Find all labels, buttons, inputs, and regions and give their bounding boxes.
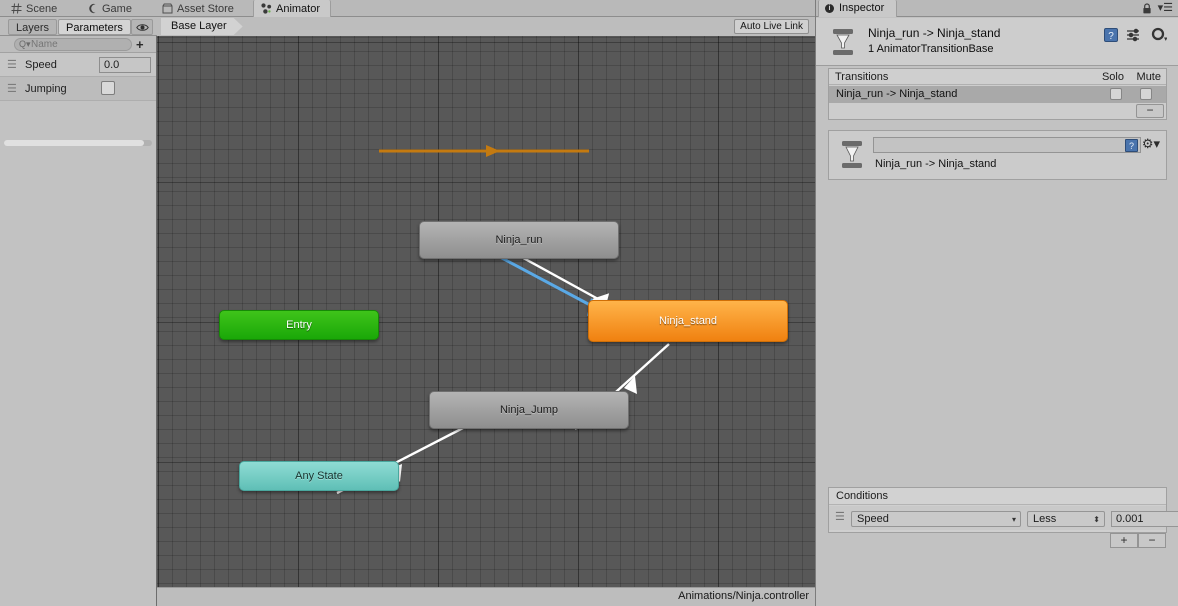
inspector-subtitle: 1 AnimatorTransitionBase [868, 43, 994, 55]
eye-icon[interactable] [131, 19, 153, 35]
transition-list-row[interactable]: Ninja_run -> Ninja_stand [829, 86, 1166, 103]
remove-condition-button[interactable]: − [1138, 533, 1166, 548]
state-node-label: Ninja_Jump [500, 404, 558, 416]
solo-checkbox[interactable] [1110, 88, 1122, 100]
condition-value-field[interactable]: 0.001 [1111, 511, 1178, 527]
state-node-entry[interactable]: Entry [219, 310, 379, 340]
state-node-label: Any State [295, 470, 343, 482]
chevron-updown-icon: ⬍ [1093, 513, 1100, 526]
animator-state-graph[interactable]: Ninja_run Entry Ninja_stand Ninja_Jump A… [157, 36, 815, 587]
search-input[interactable]: Name [14, 38, 132, 51]
transition-object-field[interactable]: ? [873, 137, 1141, 153]
conditions-add-remove-buttons: + − [1110, 533, 1166, 548]
parameter-checkbox[interactable] [101, 81, 115, 95]
tab-game-label: Game [102, 3, 132, 15]
window-tab-bar: Scene Game Asset Store [0, 0, 815, 17]
gear-icon[interactable]: ▾ [1151, 27, 1167, 43]
transitions-header-label: Transitions [835, 69, 888, 85]
tab-inspector-label: Inspector [839, 2, 884, 14]
conditions-header: Conditions [829, 488, 1166, 505]
tab-scene[interactable]: Scene [4, 0, 68, 17]
search-icon: Q▾ [19, 40, 28, 49]
remove-transition-button[interactable]: − [1136, 104, 1164, 118]
conditions-list: Conditions ☰ Speed ▾ Less ⬍ 0.001 [828, 487, 1167, 533]
condition-row: ☰ Speed ▾ Less ⬍ 0.001 [829, 506, 1166, 530]
state-node-label: Entry [286, 319, 312, 331]
state-node-ninja-stand[interactable]: Ninja_stand [588, 300, 788, 342]
drag-handle-icon[interactable]: ☰ [7, 85, 19, 93]
tab-animator[interactable]: Animator [253, 0, 331, 17]
animator-status-bar: Animations/Ninja.controller [157, 587, 815, 606]
preset-icon[interactable] [1126, 27, 1142, 43]
tab-inspector[interactable]: i Inspector [818, 0, 897, 17]
layer-breadcrumb-bar: Base Layer Auto Live Link [157, 17, 815, 36]
mute-column-label: Mute [1137, 69, 1161, 85]
help-icon[interactable]: ? [1103, 27, 1119, 43]
state-node-any-state[interactable]: Any State [239, 461, 399, 491]
parameter-name: Jumping [25, 83, 67, 95]
condition-parameter-dropdown[interactable]: Speed ▾ [851, 511, 1021, 527]
transition-row-label: Ninja_run -> Ninja_stand [836, 86, 957, 103]
hamburger-icon[interactable]: ▾☰ [1158, 4, 1173, 13]
condition-comparison-value: Less [1033, 513, 1056, 525]
store-icon [162, 3, 173, 14]
transition-icon [828, 27, 858, 57]
parameter-row-speed[interactable]: ☰ Speed 0.0 [0, 53, 156, 77]
mute-checkbox[interactable] [1140, 88, 1152, 100]
parameters-panel: Name Q▾ + ☰ Speed 0.0 ☰ Jumping [0, 36, 157, 606]
drag-handle-icon[interactable]: ☰ [835, 514, 847, 520]
grid-icon [11, 3, 22, 14]
transition-icon [837, 139, 867, 171]
inspector-tab-bar: i Inspector ▾☰ [816, 0, 1178, 17]
auto-live-link-button[interactable]: Auto Live Link [734, 19, 809, 34]
add-parameter-button[interactable]: + [136, 39, 144, 50]
controller-path: Animations/Ninja.controller [678, 590, 809, 602]
condition-comparison-dropdown[interactable]: Less ⬍ [1027, 511, 1105, 527]
inspector-panel: i Inspector ▾☰ Ninja_run -> Ninja_stand [815, 0, 1178, 606]
tab-parameters[interactable]: Parameters [58, 19, 131, 35]
lock-icon[interactable] [1142, 3, 1152, 14]
info-icon: i [825, 4, 834, 13]
animator-icon [261, 3, 272, 14]
drag-handle-icon[interactable]: ☰ [7, 61, 19, 69]
breadcrumb-base-layer[interactable]: Base Layer [161, 18, 243, 35]
tab-layers[interactable]: Layers [8, 19, 57, 35]
parameters-scrollbar[interactable] [4, 140, 152, 146]
svg-text:?: ? [1108, 31, 1114, 42]
inspector-header: Ninja_run -> Ninja_stand 1 AnimatorTrans… [816, 18, 1178, 66]
transition-object-block: ? ⚙▾ Ninja_run -> Ninja_stand [828, 130, 1167, 180]
state-node-label: Ninja_stand [659, 315, 717, 327]
unity-editor-window: Scene Game Asset Store [0, 0, 1178, 606]
tab-game[interactable]: Game [80, 0, 143, 17]
transitions-list: Transitions Solo Mute Ninja_run -> Ninja… [828, 68, 1167, 120]
animator-window: Scene Game Asset Store [0, 0, 815, 606]
parameter-row-jumping[interactable]: ☰ Jumping [0, 77, 156, 101]
inspector-title: Ninja_run -> Ninja_stand [868, 26, 1000, 40]
tab-asset-store[interactable]: Asset Store [155, 0, 245, 17]
parameter-value-field[interactable]: 0.0 [99, 57, 151, 73]
parameter-name: Speed [25, 59, 57, 71]
state-node-ninja-run[interactable]: Ninja_run [419, 221, 619, 259]
solo-column-label: Solo [1102, 69, 1124, 85]
condition-parameter-value: Speed [857, 513, 889, 525]
gear-icon[interactable]: ⚙▾ [1142, 137, 1160, 150]
help-icon[interactable]: ? [1125, 139, 1138, 152]
svg-text:▾: ▾ [1164, 36, 1167, 43]
parameter-search-row: Name Q▾ + [0, 36, 156, 53]
state-node-ninja-jump[interactable]: Ninja_Jump [429, 391, 629, 429]
add-condition-button[interactable]: + [1110, 533, 1138, 548]
transitions-list-header: Transitions Solo Mute [829, 69, 1166, 85]
tab-scene-label: Scene [26, 3, 57, 15]
chevron-down-icon: ▾ [1012, 513, 1016, 526]
tab-asset-store-label: Asset Store [177, 3, 234, 15]
state-node-label: Ninja_run [495, 234, 542, 246]
tab-animator-label: Animator [276, 3, 320, 15]
gamepad-icon [87, 3, 98, 14]
conditions-header-label: Conditions [836, 488, 888, 505]
transition-object-name: Ninja_run -> Ninja_stand [875, 158, 996, 170]
